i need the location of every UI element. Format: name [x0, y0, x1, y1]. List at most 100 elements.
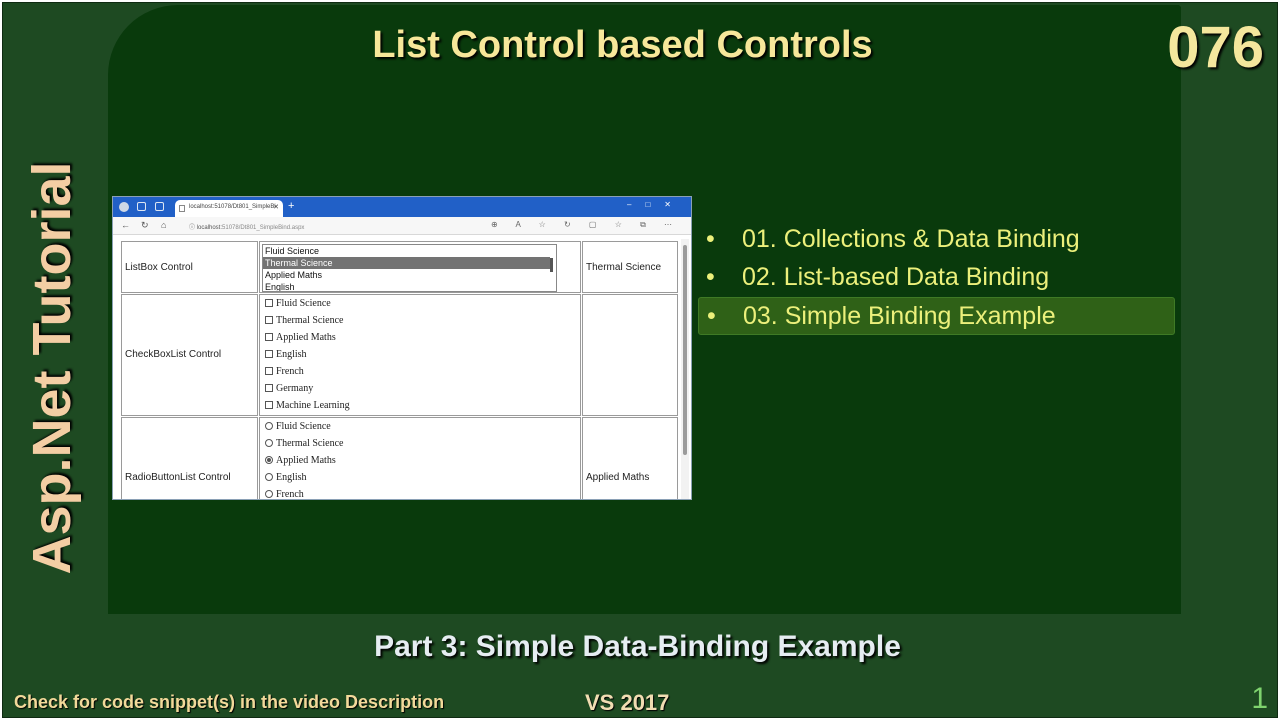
page-content: ListBox Control Fluid Science Thermal Sc…: [119, 239, 679, 500]
bullet-icon: •: [707, 302, 716, 330]
slide-title: List Control based Controls: [372, 24, 873, 66]
new-tab-icon[interactable]: +: [288, 200, 294, 212]
listbox-scroll-thumb[interactable]: [550, 258, 553, 272]
radio-label: Fluid Science: [276, 421, 331, 432]
collections-icon[interactable]: [137, 202, 146, 211]
checkbox-item[interactable]: Germany: [265, 383, 313, 394]
checkbox-icon[interactable]: [265, 367, 273, 375]
checkbox-icon[interactable]: [265, 299, 273, 307]
page-scroll-thumb[interactable]: [683, 245, 687, 455]
table-cell: Fluid Science Thermal Science Applied Ma…: [259, 294, 581, 416]
topic-text: 02. List-based Data Binding: [742, 263, 1050, 291]
topic-item: • 01. Collections & Data Binding: [698, 221, 1175, 259]
page-number: 1: [1251, 682, 1268, 715]
checkbox-item[interactable]: Machine Learning: [265, 400, 350, 411]
radiobuttonlist-label: RadioButtonList Control: [125, 472, 231, 483]
table-cell: Fluid Science Thermal Science Applied Ma…: [259, 417, 581, 500]
checkbox-icon[interactable]: [265, 316, 273, 324]
tab-actions-icon[interactable]: [155, 202, 164, 211]
series-title: Asp.Net Tutorial: [22, 161, 82, 575]
topic-item-active: • 03. Simple Binding Example: [698, 297, 1175, 335]
description-note: Check for code snippet(s) in the video D…: [14, 692, 445, 712]
radio-item-selected[interactable]: Applied Maths: [265, 455, 336, 466]
checkbox-label: Applied Maths: [276, 332, 336, 343]
radiobuttonlist-result: Applied Maths: [586, 472, 650, 483]
checkbox-label: English: [276, 349, 307, 360]
table-cell: ListBox Control: [121, 241, 258, 293]
url-host: localhost:: [196, 225, 223, 231]
browser-tab-bar: localhost:51078/Dt801_SimpleBi ✕ + –□✕: [113, 197, 691, 217]
browser-screenshot: localhost:51078/Dt801_SimpleBi ✕ + –□✕ ←…: [112, 196, 692, 500]
address-bar-row: ← ↻ ⌂ ⓘ localhost:51078/Dt801_SimpleBind…: [113, 217, 691, 235]
page-scrollbar[interactable]: [681, 239, 689, 499]
checkbox-item[interactable]: English: [265, 349, 307, 360]
table-row: CheckBoxList Control Fluid Science Therm…: [119, 294, 679, 416]
radio-icon[interactable]: [265, 473, 273, 481]
table-cell: Thermal Science: [582, 241, 678, 293]
checkbox-label: Machine Learning: [276, 400, 350, 411]
table-cell: [582, 294, 678, 416]
table-row: RadioButtonList Control Fluid Science Th…: [119, 417, 679, 500]
bullet-icon: •: [706, 225, 715, 253]
profile-avatar-icon[interactable]: [119, 202, 129, 212]
back-icon[interactable]: ←: [121, 220, 130, 230]
checkbox-icon[interactable]: [265, 350, 273, 358]
radio-icon[interactable]: [265, 439, 273, 447]
close-tab-icon[interactable]: ✕: [273, 203, 279, 211]
radio-item[interactable]: Fluid Science: [265, 421, 331, 432]
checkbox-label: French: [276, 366, 304, 377]
table-cell: Applied Maths: [582, 417, 678, 499]
radio-icon[interactable]: [265, 490, 273, 498]
radio-label: English: [276, 472, 307, 483]
table-row: ListBox Control Fluid Science Thermal Sc…: [119, 241, 679, 293]
bullet-icon: •: [706, 263, 715, 291]
radio-item[interactable]: English: [265, 472, 307, 483]
table-cell: CheckBoxList Control: [121, 294, 258, 416]
checkbox-icon[interactable]: [265, 401, 273, 409]
page-icon: [179, 205, 185, 212]
topic-item: • 02. List-based Data Binding: [698, 259, 1175, 297]
checkbox-label: Germany: [276, 383, 314, 394]
topic-text: 03. Simple Binding Example: [743, 302, 1056, 330]
radio-label: French: [276, 489, 304, 500]
episode-number: 076: [1167, 15, 1264, 80]
table-cell: RadioButtonList Control: [121, 417, 258, 499]
listbox-scrollbar[interactable]: [549, 246, 555, 291]
checkboxlist-label: CheckBoxList Control: [125, 349, 222, 360]
info-icon: ⓘ: [189, 225, 197, 231]
radio-label: Applied Maths: [276, 455, 336, 466]
radio-icon[interactable]: [265, 422, 273, 430]
address-bar-icons[interactable]: ⊕ A ☆ ↻ ▢ ☆ ⧉ ⋯: [491, 220, 680, 230]
radio-selected-icon[interactable]: [265, 456, 273, 464]
checkbox-icon[interactable]: [265, 384, 273, 392]
window-controls[interactable]: –□✕: [627, 200, 685, 209]
checkbox-item[interactable]: Fluid Science: [265, 298, 331, 309]
topic-text: 01. Collections & Data Binding: [742, 225, 1080, 253]
slide-subtitle: Part 3: Simple Data-Binding Example: [374, 630, 901, 663]
url-field[interactable]: ⓘ localhost:51078/Dt801_SimpleBind.aspx: [185, 220, 485, 232]
listbox-item[interactable]: Fluid Science: [263, 245, 556, 257]
listbox-result: Thermal Science: [586, 262, 662, 273]
checkbox-item[interactable]: French: [265, 366, 304, 377]
checkbox-icon[interactable]: [265, 333, 273, 341]
browser-tab[interactable]: localhost:51078/Dt801_SimpleBi ✕: [175, 200, 283, 217]
table-cell: Fluid Science Thermal Science Applied Ma…: [259, 241, 581, 293]
checkbox-label: Fluid Science: [276, 298, 331, 309]
tab-title: localhost:51078/Dt801_SimpleBi: [189, 204, 276, 210]
radio-label: Thermal Science: [276, 438, 344, 449]
topic-list: • 01. Collections & Data Binding • 02. L…: [698, 221, 1175, 335]
checkbox-item[interactable]: Applied Maths: [265, 332, 336, 343]
listbox-item[interactable]: Applied Maths: [263, 269, 556, 281]
listbox-item-selected[interactable]: Thermal Science: [263, 257, 550, 269]
radio-item[interactable]: French: [265, 489, 304, 500]
listbox-item[interactable]: English: [263, 281, 556, 291]
refresh-icon[interactable]: ↻: [141, 220, 149, 231]
radio-item[interactable]: Thermal Science: [265, 438, 343, 449]
listbox-control[interactable]: Fluid Science Thermal Science Applied Ma…: [262, 244, 557, 292]
checkbox-label: Thermal Science: [276, 315, 344, 326]
version-label: VS 2017: [585, 690, 670, 715]
listbox-label: ListBox Control: [125, 262, 193, 273]
home-icon[interactable]: ⌂: [161, 220, 166, 230]
checkbox-item[interactable]: Thermal Science: [265, 315, 343, 326]
url-path: 51078/Dt801_SimpleBind.aspx: [222, 225, 305, 231]
